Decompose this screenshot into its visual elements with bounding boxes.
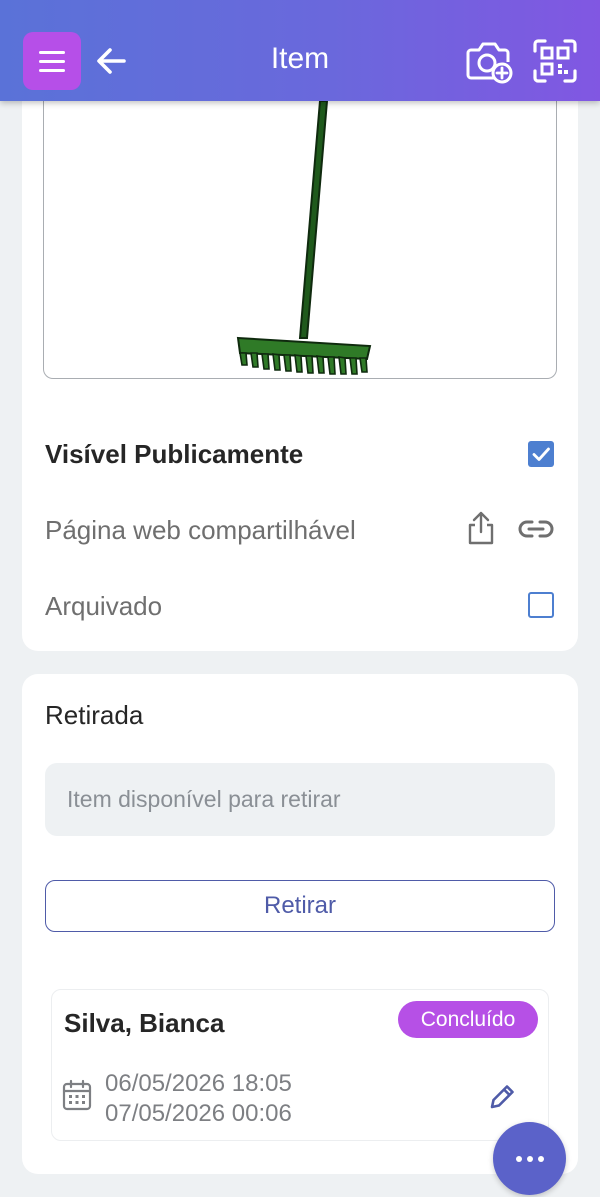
more-dot-icon <box>537 1155 544 1162</box>
calendar-icon <box>62 1079 92 1111</box>
menu-icon-bar <box>39 59 65 63</box>
item-details-card: Visível Publicamente Página web comparti… <box>22 60 578 651</box>
checkout-status: Item disponível para retirar <box>45 763 555 836</box>
top-app-bar: Item <box>0 0 600 101</box>
item-image[interactable] <box>43 60 557 379</box>
menu-icon-bar <box>39 68 65 72</box>
menu-icon-bar <box>39 50 65 54</box>
checkout-section-title: Retirada <box>45 700 144 730</box>
checkmark-icon <box>532 447 550 461</box>
more-dot-icon <box>515 1155 522 1162</box>
camera-add-icon[interactable] <box>465 38 513 84</box>
checkout-end-date: 07/05/2026 00:06 <box>105 1100 292 1127</box>
link-icon[interactable] <box>516 518 556 540</box>
archived-label: Arquivado <box>45 591 163 621</box>
archived-checkbox[interactable] <box>528 592 554 618</box>
more-dot-icon <box>526 1155 533 1162</box>
visible-publicly-checkbox[interactable] <box>528 441 554 467</box>
share-icon[interactable] <box>466 510 496 546</box>
edit-pencil-icon[interactable] <box>487 1082 517 1112</box>
status-badge: Concluído <box>398 1001 538 1038</box>
qr-scan-icon[interactable] <box>532 38 578 84</box>
rake-icon <box>236 100 372 375</box>
visible-publicly-label: Visível Publicamente <box>45 439 304 469</box>
borrower-name: Silva, Bianca <box>64 1008 225 1038</box>
shareable-page-label: Página web compartilhável <box>45 515 356 545</box>
more-options-fab[interactable] <box>493 1122 566 1195</box>
back-arrow-icon[interactable] <box>94 43 128 79</box>
checkout-card: Retirada Item disponível para retirar Re… <box>22 674 578 1174</box>
checkout-start-date: 06/05/2026 18:05 <box>105 1070 292 1097</box>
menu-button[interactable] <box>23 32 81 90</box>
checkout-button[interactable]: Retirar <box>45 880 555 932</box>
checkout-history-item[interactable]: Silva, Bianca Concluído 06/05/2026 18:05… <box>51 989 549 1141</box>
